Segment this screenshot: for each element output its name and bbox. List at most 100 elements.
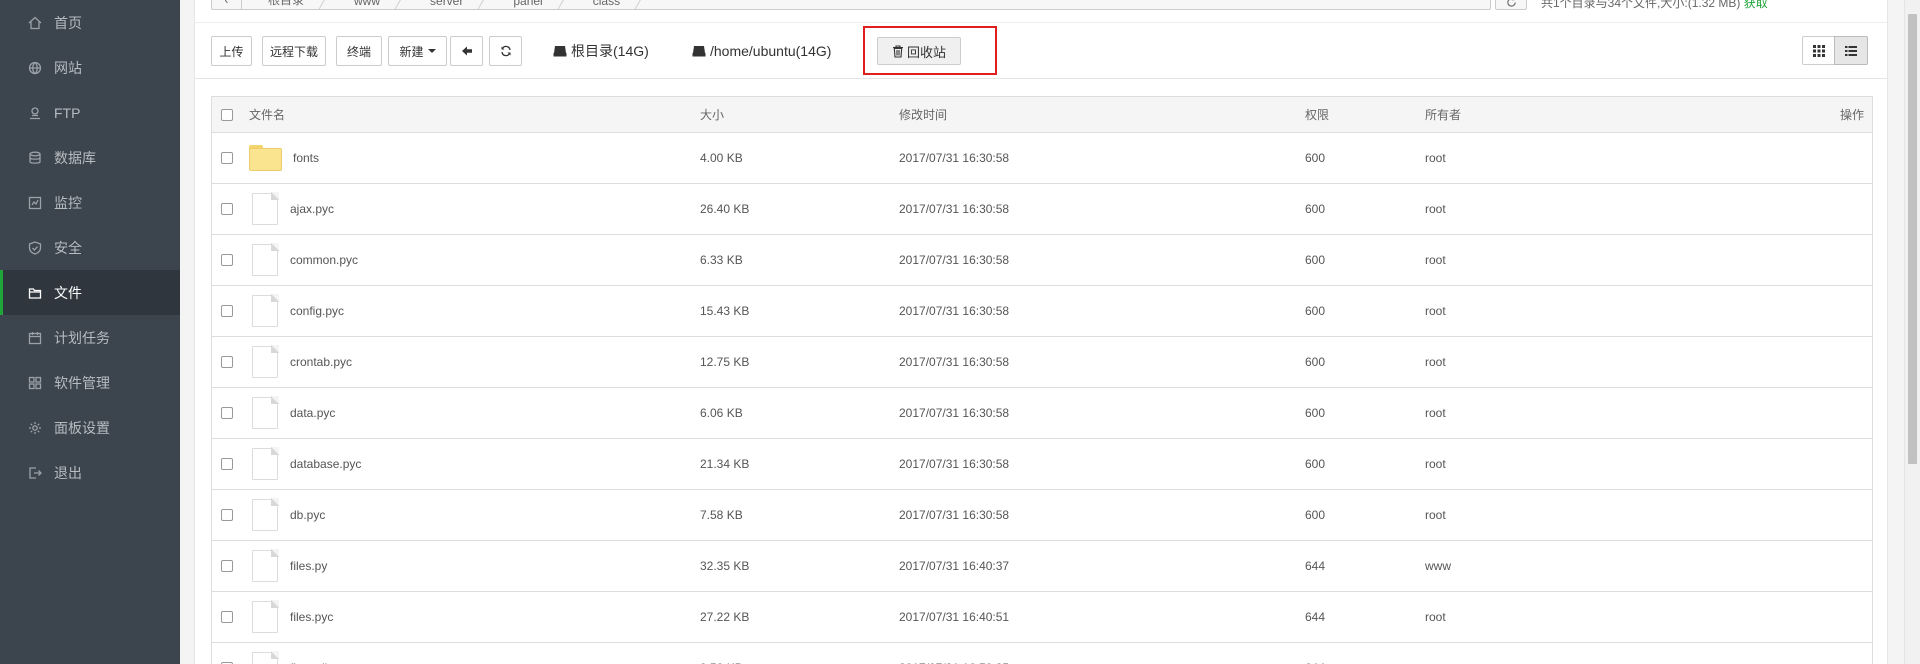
sidebar-item-monitor[interactable]: 监控 (0, 180, 180, 225)
sidebar-item-files[interactable]: 文件 (0, 270, 180, 315)
sidebar-item-label: FTP (54, 104, 81, 121)
breadcrumb-back-button[interactable]: ‹ (212, 0, 242, 9)
file-name[interactable]: fonts (293, 151, 319, 165)
file-name[interactable]: files.py (290, 559, 327, 573)
file-name[interactable]: crontab.pyc (290, 355, 352, 369)
logout-icon (27, 465, 43, 481)
sidebar-item-label: 网站 (54, 59, 82, 76)
file-mtime: 2017/07/31 16:30:58 (899, 457, 1010, 471)
grid-view-button[interactable] (1802, 36, 1835, 65)
directory-summary-text: 共1个目录与34个文件,大小: (1541, 0, 1688, 10)
row-checkbox[interactable] (221, 541, 233, 591)
file-name[interactable]: common.pyc (290, 253, 358, 267)
file-name-cell[interactable]: db.pyc (249, 490, 325, 540)
sidebar-item-home[interactable]: 首页 (0, 0, 180, 45)
file-name[interactable]: db.pyc (290, 508, 325, 522)
refresh-button[interactable] (489, 36, 522, 66)
file-icon (252, 396, 279, 429)
file-icon (252, 651, 279, 664)
row-checkbox[interactable] (221, 592, 233, 642)
row-checkbox[interactable] (221, 133, 233, 183)
refresh-path-button[interactable] (1495, 0, 1527, 10)
column-header-name[interactable]: 文件名 (249, 97, 285, 132)
file-name-cell[interactable]: common.pyc (249, 235, 358, 285)
sidebar-item-ftp[interactable]: FTP (0, 90, 180, 135)
file-name[interactable]: ajax.pyc (290, 202, 334, 216)
file-name[interactable]: data.pyc (290, 406, 335, 420)
table-row[interactable]: config.pyc 15.43 KB 2017/07/31 16:30:58 600… (212, 286, 1872, 337)
row-checkbox[interactable] (221, 643, 233, 664)
sidebar-item-label: 退出 (54, 464, 82, 481)
breadcrumb-item[interactable]: server (404, 0, 487, 9)
table-row[interactable]: data.pyc 6.06 KB 2017/07/31 16:30:58 600 roo… (212, 388, 1872, 439)
file-name-cell[interactable]: firewall.py (249, 643, 343, 664)
file-name-cell[interactable]: config.pyc (249, 286, 344, 336)
row-checkbox[interactable] (221, 184, 233, 234)
file-name[interactable]: files.pyc (290, 610, 333, 624)
page-scrollbar[interactable] (1904, 0, 1920, 664)
file-size: 32.35 KB (700, 559, 750, 573)
row-checkbox[interactable] (221, 235, 233, 285)
breadcrumb-item[interactable]: class (567, 0, 644, 9)
breadcrumb-item[interactable]: 根目录 (242, 0, 328, 9)
sidebar-item-settings[interactable]: 面板设置 (0, 405, 180, 450)
column-header-permission: 权限 (1305, 108, 1330, 122)
file-name-cell[interactable]: files.py (249, 541, 327, 591)
file-mtime: 2017/07/31 16:30:58 (899, 304, 1010, 318)
file-name-cell[interactable]: crontab.pyc (249, 337, 352, 387)
file-owner: root (1425, 610, 1446, 624)
file-owner: root (1425, 202, 1446, 216)
table-row[interactable]: firewall.py 9.52 KB 2017/07/31 16:50:35 644… (212, 643, 1872, 664)
row-checkbox[interactable] (221, 439, 233, 489)
file-name-cell[interactable]: ajax.pyc (249, 184, 334, 234)
file-size: 4.00 KB (700, 151, 743, 165)
back-button[interactable] (450, 36, 483, 66)
sidebar-item-cron[interactable]: 计划任务 (0, 315, 180, 360)
divider (195, 78, 1887, 79)
upload-button[interactable]: 上传 (211, 36, 252, 66)
sidebar-item-website[interactable]: 网站 (0, 45, 180, 90)
file-name[interactable]: database.pyc (290, 457, 361, 471)
file-name-cell[interactable]: data.pyc (249, 388, 335, 438)
row-checkbox[interactable] (221, 490, 233, 540)
file-name-cell[interactable]: fonts (249, 133, 319, 183)
disk-home-ubuntu[interactable]: /home/ubuntu(14G) (692, 38, 831, 64)
file-name-cell[interactable]: files.pyc (249, 592, 333, 642)
column-header-size[interactable]: 大小 (700, 97, 724, 132)
table-row[interactable]: database.pyc 21.34 KB 2017/07/31 16:30:58 6… (212, 439, 1872, 490)
file-permission: 600 (1305, 508, 1326, 522)
table-row[interactable]: ajax.pyc 26.40 KB 2017/07/31 16:30:58 600 ro… (212, 184, 1872, 235)
table-row[interactable]: files.pyc 27.22 KB 2017/07/31 16:40:51 644 r… (212, 592, 1872, 643)
row-checkbox[interactable] (221, 337, 233, 387)
sidebar-item-security[interactable]: 安全 (0, 225, 180, 270)
table-row[interactable]: common.pyc 6.33 KB 2017/07/31 16:30:58 600 r… (212, 235, 1872, 286)
select-all-checkbox[interactable] (221, 97, 233, 132)
sidebar-item-software[interactable]: 软件管理 (0, 360, 180, 405)
scrollbar-thumb[interactable] (1908, 14, 1917, 464)
disk-root[interactable]: 根目录(14G) (553, 38, 649, 64)
disk-label: /home/ubuntu(14G) (710, 43, 832, 59)
sidebar-item-logout[interactable]: 退出 (0, 450, 180, 495)
row-checkbox[interactable] (221, 286, 233, 336)
table-row[interactable]: fonts 4.00 KB 2017/07/31 16:30:58 600 root (212, 133, 1872, 184)
table-row[interactable]: files.py 32.35 KB 2017/07/31 16:40:37 644 ww… (212, 541, 1872, 592)
sidebar-item-database[interactable]: 数据库 (0, 135, 180, 180)
file-icon (252, 498, 279, 531)
file-name-cell[interactable]: database.pyc (249, 439, 361, 489)
new-dropdown-button[interactable]: 新建 (388, 36, 447, 66)
file-owner: root (1425, 355, 1446, 369)
column-header-owner: 所有者 (1425, 108, 1462, 122)
recycle-bin-button[interactable]: 回收站 (877, 37, 961, 65)
file-name[interactable]: config.pyc (290, 304, 344, 318)
caret-down-icon (427, 49, 436, 53)
breadcrumb-item[interactable]: www (328, 0, 404, 9)
get-size-link[interactable]: 获取 (1744, 0, 1768, 10)
terminal-button[interactable]: 终端 (336, 36, 382, 66)
remote-download-button[interactable]: 远程下载 (262, 36, 326, 66)
breadcrumb-item[interactable]: panel (487, 0, 566, 9)
table-row[interactable]: db.pyc 7.58 KB 2017/07/31 16:30:58 600 root (212, 490, 1872, 541)
column-header-mtime[interactable]: 修改时间 (899, 97, 947, 132)
list-view-button[interactable] (1834, 36, 1868, 65)
table-row[interactable]: crontab.pyc 12.75 KB 2017/07/31 16:30:58 60… (212, 337, 1872, 388)
row-checkbox[interactable] (221, 388, 233, 438)
